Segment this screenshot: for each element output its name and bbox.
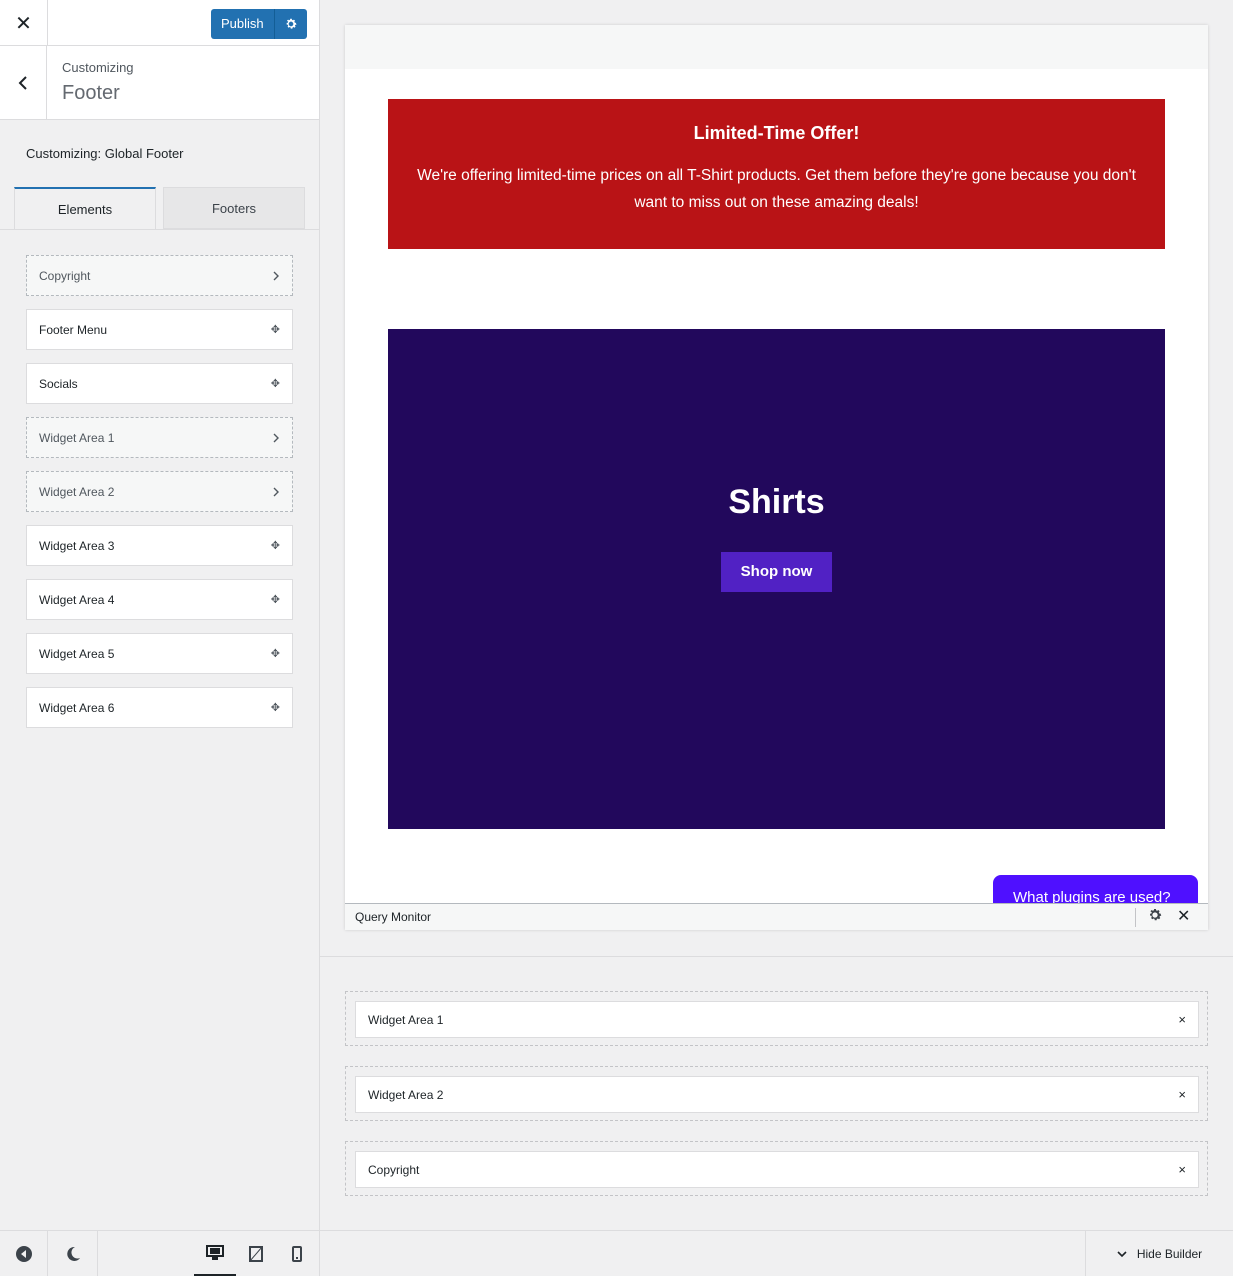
close-customizer-button[interactable]: ✕ xyxy=(0,0,48,46)
builder-item-label: Widget Area 1 xyxy=(368,1012,444,1027)
back-button[interactable] xyxy=(0,46,47,119)
desktop-icon xyxy=(206,1244,224,1260)
builder-item-widget-area-1[interactable]: Widget Area 1 × xyxy=(355,1001,1199,1038)
preview-header-strip xyxy=(345,25,1208,69)
close-icon[interactable]: ✕ xyxy=(1177,906,1190,926)
builder-row-3: Copyright × xyxy=(345,1141,1208,1196)
preview-desktop-button[interactable] xyxy=(194,1231,236,1276)
element-widget-area-3[interactable]: Widget Area 3 ✥ xyxy=(26,525,293,566)
tab-elements[interactable]: Elements xyxy=(14,187,156,229)
hide-builder-button[interactable]: Hide Builder xyxy=(1085,1231,1233,1276)
remove-icon[interactable]: × xyxy=(1178,1162,1186,1177)
builder-divider xyxy=(320,956,1233,957)
builder-item-label: Copyright xyxy=(368,1162,420,1177)
builder-tabs: Elements Footers xyxy=(14,187,305,229)
customizer-topbar: ✕ Publish xyxy=(0,0,319,46)
elements-list: Copyright Footer Menu ✥ Socials ✥ Widget… xyxy=(26,255,293,741)
query-monitor-label[interactable]: Query Monitor xyxy=(355,910,431,924)
builder-item-widget-area-2[interactable]: Widget Area 2 × xyxy=(355,1076,1199,1113)
offer-title: Limited-Time Offer! xyxy=(693,123,860,143)
element-label: Widget Area 4 xyxy=(39,592,115,607)
offer-text: We're offering limited-time prices on al… xyxy=(417,167,1136,211)
element-label: Footer Menu xyxy=(39,322,108,337)
builder-row-2: Widget Area 2 × xyxy=(345,1066,1208,1121)
hero-title: Shirts xyxy=(728,482,825,521)
preview-tablet-button[interactable] xyxy=(236,1231,276,1276)
hero-section: Shirts Shop now xyxy=(388,329,1165,829)
element-footer-menu[interactable]: Footer Menu ✥ xyxy=(26,309,293,350)
section-pre-title: Customizing xyxy=(62,60,134,75)
section-title: Footer xyxy=(62,82,120,104)
remove-icon[interactable]: × xyxy=(1178,1087,1186,1102)
builder-row-1: Widget Area 1 × xyxy=(345,991,1208,1046)
remove-icon[interactable]: × xyxy=(1178,1012,1186,1027)
element-label: Widget Area 3 xyxy=(39,538,115,553)
close-icon: ✕ xyxy=(15,12,32,35)
publish-button[interactable]: Publish xyxy=(211,9,274,39)
offer-banner: Limited-Time Offer! We're offering limit… xyxy=(388,99,1165,249)
publish-group: Publish xyxy=(211,9,307,39)
chevron-right-icon xyxy=(273,433,279,442)
gear-icon xyxy=(286,18,297,29)
move-icon[interactable]: ✥ xyxy=(271,701,280,714)
collapse-icon xyxy=(15,1246,32,1262)
builder-item-label: Widget Area 2 xyxy=(368,1087,444,1102)
element-label: Copyright xyxy=(39,268,91,283)
chevron-right-icon xyxy=(273,271,279,280)
customizer-sidebar: ✕ Publish Customizing Footer Customizing… xyxy=(0,0,320,1230)
customizer-footer-actions xyxy=(0,1230,320,1276)
site-preview: Limited-Time Offer! We're offering limit… xyxy=(345,25,1208,930)
preview-mobile-button[interactable] xyxy=(276,1231,318,1276)
chevron-right-icon xyxy=(273,487,279,496)
collapse-sidebar-button[interactable] xyxy=(0,1231,48,1276)
tab-footers[interactable]: Footers xyxy=(163,187,305,229)
element-widget-area-5[interactable]: Widget Area 5 ✥ xyxy=(26,633,293,674)
move-icon[interactable]: ✥ xyxy=(271,593,280,606)
gear-icon xyxy=(1150,909,1162,921)
element-socials[interactable]: Socials ✥ xyxy=(26,363,293,404)
tab-divider xyxy=(0,229,320,230)
move-icon[interactable]: ✥ xyxy=(271,377,280,390)
builder-item-copyright[interactable]: Copyright × xyxy=(355,1151,1199,1188)
moon-icon xyxy=(66,1246,80,1261)
move-icon[interactable]: ✥ xyxy=(271,647,280,660)
publish-settings-button[interactable] xyxy=(273,9,307,39)
query-monitor-settings[interactable] xyxy=(1147,907,1163,926)
query-monitor-bar: Query Monitor ✕ xyxy=(345,903,1208,930)
element-widget-area-2[interactable]: Widget Area 2 xyxy=(26,471,293,512)
dark-mode-button[interactable] xyxy=(48,1231,98,1276)
element-label: Widget Area 2 xyxy=(39,484,115,499)
element-label: Widget Area 6 xyxy=(39,700,115,715)
chevron-left-icon xyxy=(18,75,27,90)
global-footer-label: Customizing: Global Footer xyxy=(26,146,184,161)
element-widget-area-6[interactable]: Widget Area 6 ✥ xyxy=(26,687,293,728)
mobile-icon xyxy=(292,1246,302,1262)
element-label: Widget Area 5 xyxy=(39,646,115,661)
element-copyright[interactable]: Copyright xyxy=(26,255,293,296)
element-widget-area-1[interactable]: Widget Area 1 xyxy=(26,417,293,458)
chevron-down-icon xyxy=(1117,1251,1127,1258)
tablet-icon xyxy=(249,1246,263,1262)
element-label: Widget Area 1 xyxy=(39,430,115,445)
move-icon[interactable]: ✥ xyxy=(271,539,280,552)
hide-builder-label: Hide Builder xyxy=(1136,1247,1203,1261)
element-widget-area-4[interactable]: Widget Area 4 ✥ xyxy=(26,579,293,620)
query-monitor-divider xyxy=(1135,908,1136,927)
section-header: Customizing Footer xyxy=(0,46,319,120)
element-label: Socials xyxy=(39,376,78,391)
builder-footer-bar: Hide Builder xyxy=(320,1230,1233,1276)
shop-now-button[interactable]: Shop now xyxy=(720,551,833,592)
move-icon[interactable]: ✥ xyxy=(271,323,280,336)
